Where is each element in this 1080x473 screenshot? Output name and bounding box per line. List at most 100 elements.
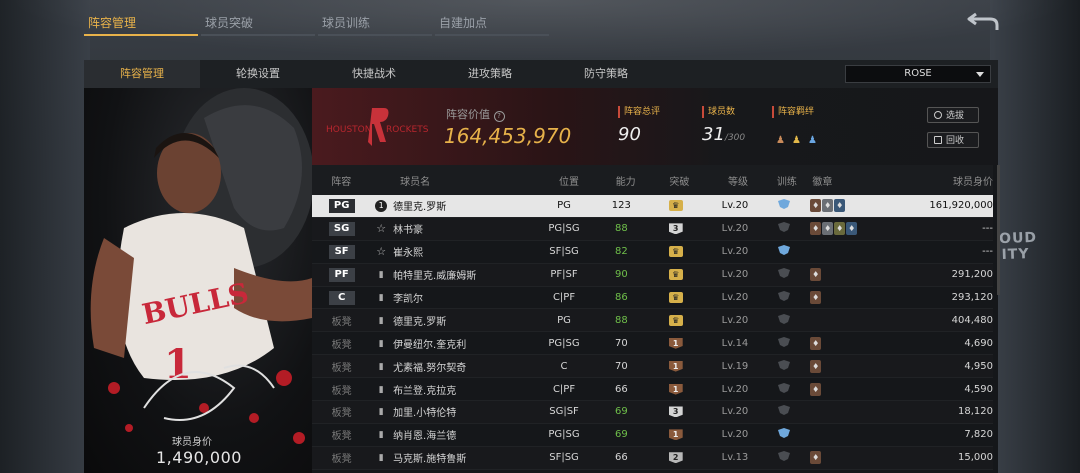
subtab-defense-strategy[interactable]: 防守策略 (548, 60, 664, 88)
subtab-offense-strategy[interactable]: 进攻策略 (432, 60, 548, 88)
tab-player-training[interactable]: 球员训练 (318, 10, 432, 36)
stat-overall-value: 90 (618, 124, 641, 145)
table-row[interactable]: SF ☆ 崔永熙 SF|SG 82 ♛ Lv.20 --- (312, 241, 993, 264)
player-level: Lv.19 (721, 360, 749, 372)
subtab-rotation-settings[interactable]: 轮换设置 (200, 60, 316, 88)
select-button[interactable]: 选拔 (927, 107, 979, 123)
player-position: C (560, 360, 568, 372)
header-breakthrough[interactable]: 突破 (650, 173, 709, 188)
table-row[interactable]: PG 1 德里克.罗斯 PG 123 ♛ Lv.20 ♦ ♦ ♦ 161,920,000 (312, 195, 993, 218)
player-value: 291,200 (951, 269, 993, 281)
player-name: 林书豪 (393, 225, 424, 237)
stat-player-count-max: /300 (724, 133, 746, 143)
recycle-button-label: 回收 (946, 136, 965, 146)
table-row[interactable]: 板凳 ▮ 加里.小特伦特 SG|SF 69 3 Lv.20 18,120 (312, 401, 993, 424)
player-position: PG (557, 200, 571, 212)
breakthrough-icon: 1 (668, 429, 683, 441)
lineup-slot: 板凳 (331, 385, 352, 397)
training-icon (778, 336, 791, 347)
training-icon (778, 291, 791, 301)
crown-icon: ♛ (668, 314, 683, 326)
player-ability: 88 (614, 314, 628, 326)
header-ability[interactable]: 能力 (601, 173, 650, 188)
table-row[interactable]: SG ☆ 林书豪 PG|SG 88 3 Lv.20 ♦ ♦ ♦ ♦ --- (312, 217, 993, 241)
logo-text-rockets: ROCKETS (386, 125, 429, 135)
player-position: PG (557, 314, 571, 326)
player-ability: 66 (614, 452, 628, 464)
table-row[interactable]: 板凳 ▮ 尤素福.努尔契奇 C 70 1 Lv.19 ♦ 4,950 (312, 355, 993, 379)
stat-overall: 阵容总评 90 (618, 106, 660, 145)
player-value: 404,480 (951, 314, 993, 326)
player-name: 德里克.罗斯 (393, 316, 447, 328)
lineup-slot: 板凳 (331, 431, 352, 443)
lineup-slot: C (328, 290, 355, 305)
tab-custom-points[interactable]: 自建加点 (435, 10, 549, 36)
table-row[interactable]: 板凳 ▮ 纳肖恩.海兰德 PG|SG 69 1 Lv.20 7,820 (312, 424, 993, 447)
subtab-lineup-management[interactable]: 阵容管理 (84, 60, 200, 88)
table-scrollbar[interactable] (997, 165, 1000, 295)
player-name: 纳肖恩.海兰德 (393, 431, 457, 443)
header-value[interactable]: 球员身价 (881, 173, 993, 188)
badge-icon: ♦ (810, 336, 822, 350)
player-value: 18,120 (958, 406, 993, 418)
crown-icon: ♛ (668, 292, 683, 303)
player-value: 7,820 (964, 429, 993, 441)
player-level: Lv.20 (721, 269, 749, 281)
help-icon[interactable]: ? (493, 111, 505, 122)
arena-background-left (0, 0, 90, 473)
header-lineup[interactable]: 阵容 (312, 173, 371, 188)
crown-icon: ♛ (668, 200, 683, 212)
player-level: Lv.20 (721, 406, 749, 418)
breakthrough-icon: 2 (668, 452, 683, 464)
badge-icon: ♦ (810, 291, 822, 304)
lineup-slot: PG (328, 198, 355, 213)
subtab-quick-tactics[interactable]: 快捷战术 (316, 60, 432, 88)
table-row[interactable]: 板凳 ▮ 布兰登.克拉克 C|PF 66 1 Lv.20 ♦ 4,590 (312, 378, 993, 402)
bond-icons[interactable]: ♟ ♟ ♟ (776, 135, 821, 146)
document-icon (934, 136, 942, 144)
refresh-icon (934, 111, 942, 119)
chevron-down-icon (976, 72, 984, 77)
badge-icon: ♦ (810, 451, 822, 465)
table-row[interactable]: 板凳 ▮ 伊曼纽尔.奎克利 PG|SG 70 1 Lv.14 ♦ 4,690 (312, 332, 993, 356)
bond-gold-icon: ♟ (792, 135, 801, 146)
header-badges[interactable]: 徽章 (806, 173, 880, 188)
table-row[interactable]: PF ▮ 帕特里克.威廉姆斯 PF|SF 90 ♛ Lv.20 ♦ 291,200 (312, 263, 993, 287)
player-level: Lv.20 (721, 246, 749, 258)
back-arrow-icon[interactable] (966, 10, 1000, 32)
recycle-button[interactable]: 回收 (927, 132, 979, 148)
player-name: 德里克.罗斯 (393, 202, 447, 214)
table-body: PG 1 德里克.罗斯 PG 123 ♛ Lv.20 ♦ ♦ ♦ 161,920,000 SG ☆ 林书豪… (312, 195, 993, 470)
table-row[interactable]: C ▮ 李凯尔 C|PF 86 ♛ Lv.20 ♦ 293,120 (312, 287, 993, 310)
tab-lineup-management[interactable]: 阵容管理 (84, 10, 198, 36)
stat-overall-label: 阵容总评 (618, 106, 660, 118)
header-name[interactable]: 球员名 (390, 173, 537, 188)
crown-icon: ♛ (668, 269, 683, 281)
header-level[interactable]: 等级 (709, 173, 768, 188)
training-icon (778, 382, 791, 393)
training-icon (778, 428, 791, 439)
badge-icon: ♦ (810, 268, 822, 282)
player-ability: 88 (614, 223, 628, 235)
portrait-value: 1,490,000 (156, 448, 242, 467)
player-value: 161,920,000 (929, 200, 993, 212)
breakthrough-icon: 3 (668, 223, 683, 235)
select-button-label: 选拔 (946, 111, 965, 121)
table-row[interactable]: 板凳 ▮ 德里克.罗斯 PG 88 ♛ Lv.20 404,480 (312, 309, 993, 333)
lineup-slot: SG (328, 221, 355, 236)
player-ability: 123 (611, 200, 631, 212)
player-ability: 69 (614, 406, 628, 418)
player-select-dropdown[interactable]: ROSE (845, 65, 991, 83)
player-ability: 86 (614, 292, 628, 303)
player-position: SF|SG (549, 246, 579, 258)
player-name: 加里.小特伦特 (393, 408, 457, 420)
table-row[interactable]: 板凳 ▮ 马克斯.施特鲁斯 SF|SG 66 2 Lv.13 ♦ 15,000 (312, 446, 993, 470)
tab-player-breakthrough[interactable]: 球员突破 (201, 10, 315, 36)
header-position[interactable]: 位置 (537, 173, 601, 188)
stat-player-count-value: 31 (702, 124, 725, 145)
player-ability: 66 (614, 383, 628, 395)
header-training[interactable]: 训练 (767, 173, 806, 188)
signal-icon: ▮ (378, 315, 384, 326)
signal-icon: ▮ (378, 293, 384, 303)
player-ability: 70 (614, 337, 628, 349)
